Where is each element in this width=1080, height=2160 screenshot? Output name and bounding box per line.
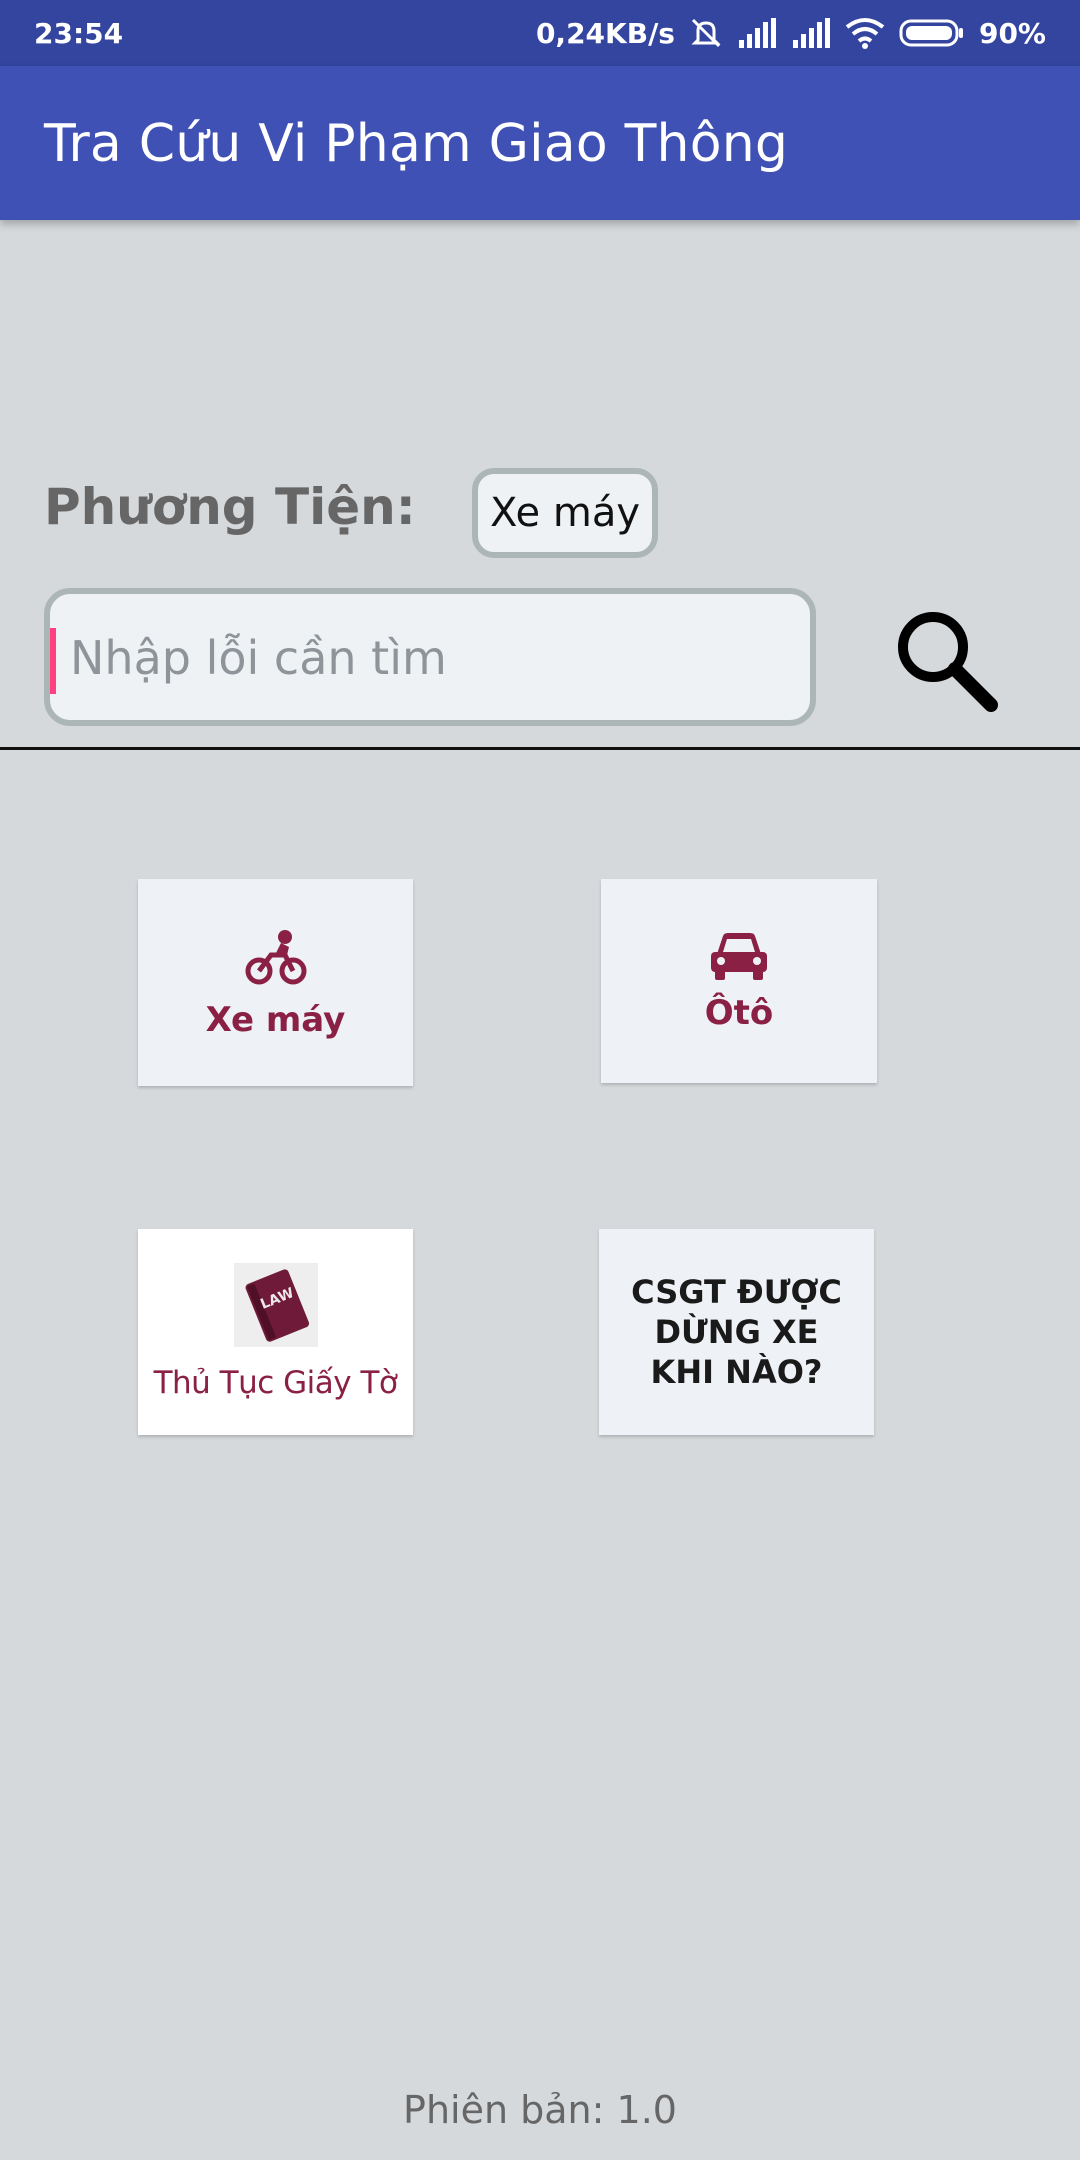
- text-cursor: [50, 628, 56, 694]
- version-text: Phiên bản: 1.0: [403, 2088, 677, 2132]
- tile-motorbike-label: Xe máy: [205, 1000, 346, 1040]
- search-icon: [891, 605, 1001, 720]
- mute-icon: [689, 16, 723, 50]
- tile-documents-label: Thủ Tục Giấy Tờ: [153, 1365, 398, 1401]
- search-field[interactable]: [44, 588, 816, 726]
- car-icon: [709, 930, 769, 987]
- search-button[interactable]: [886, 602, 1006, 722]
- tile-motorbike[interactable]: Xe máy: [138, 879, 413, 1086]
- tile-car[interactable]: Ôtô: [601, 879, 877, 1083]
- tile-csgt-label: CSGT ĐƯỢC DỪNG XE KHI NÀO?: [631, 1273, 842, 1391]
- status-bar: 23:54 0,24KB/s 90%: [0, 0, 1080, 66]
- tile-csgt[interactable]: CSGT ĐƯỢC DỪNG XE KHI NÀO?: [599, 1229, 874, 1435]
- tile-car-label: Ôtô: [704, 992, 774, 1033]
- net-speed: 0,24KB/s: [535, 16, 675, 50]
- signal-icon: [737, 18, 777, 48]
- battery-icon: [899, 18, 965, 48]
- battery-level: 90%: [978, 16, 1046, 50]
- status-time: 23:54: [34, 16, 124, 50]
- divider: [0, 747, 1080, 750]
- wifi-icon: [845, 17, 885, 49]
- vehicle-spinner[interactable]: Xe máy: [472, 468, 658, 558]
- law-book-icon: LAW: [233, 1263, 318, 1347]
- status-indicators: 0,24KB/s 90%: [536, 16, 1046, 50]
- vehicle-label: Phương Tiện:: [44, 478, 416, 536]
- motorbike-icon: [245, 925, 307, 992]
- tile-documents[interactable]: LAW Thủ Tục Giấy Tờ: [138, 1229, 413, 1435]
- app-bar: Tra Cứu Vi Phạm Giao Thông: [0, 66, 1080, 220]
- signal-icon: [791, 18, 831, 48]
- search-input[interactable]: [68, 594, 802, 722]
- app-title: Tra Cứu Vi Phạm Giao Thông: [44, 114, 789, 174]
